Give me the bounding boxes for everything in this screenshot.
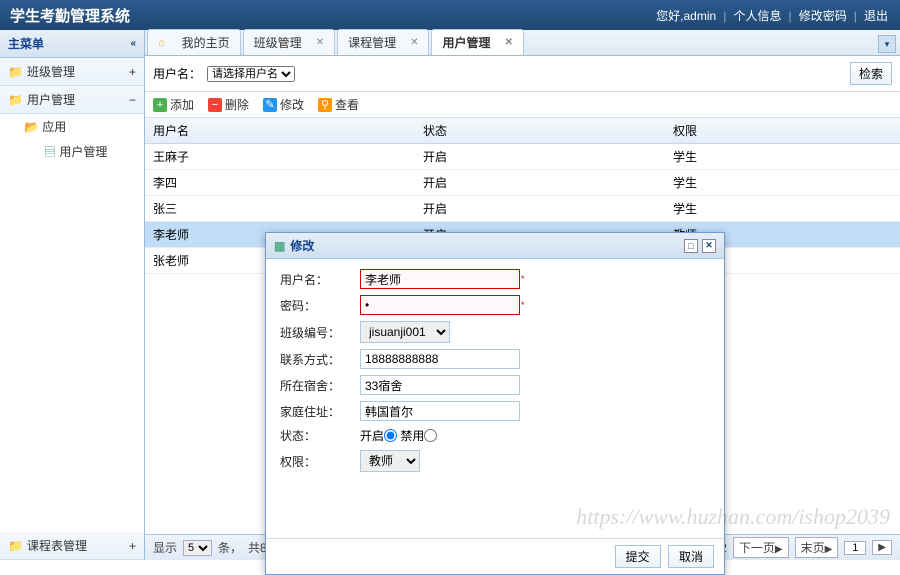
add-icon: +: [153, 98, 167, 112]
sidebar-item-user[interactable]: 📁用户管理 −: [0, 86, 144, 114]
edit-button[interactable]: ✎修改: [263, 96, 304, 113]
table-header: 用户名 状态 权限: [145, 118, 900, 144]
filter-bar: 用户名： 请选择用户名 检索: [145, 56, 900, 92]
delete-icon: −: [208, 98, 222, 112]
cancel-button[interactable]: 取消: [668, 545, 714, 568]
tab-class[interactable]: 班级管理✕: [243, 29, 335, 55]
close-icon[interactable]: ✕: [702, 239, 716, 253]
next-page-button[interactable]: 下一页▶: [733, 537, 789, 558]
app-header: 学生考勤管理系统 您好,admin | 个人信息 | 修改密码 | 退出: [0, 0, 900, 30]
home-icon: ⌂: [158, 37, 165, 49]
table-row[interactable]: 李四开启学生: [145, 170, 900, 196]
view-button[interactable]: ⚲查看: [318, 96, 359, 113]
edit-icon: ✎: [263, 98, 277, 112]
goto-page-input[interactable]: [844, 541, 866, 555]
profile-link[interactable]: 个人信息: [733, 9, 781, 23]
th-role: 权限: [665, 118, 900, 143]
tab-menu-icon[interactable]: ▾: [878, 35, 896, 53]
add-button[interactable]: +添加: [153, 96, 194, 113]
th-status: 状态: [415, 118, 665, 143]
page-icon: ▤: [44, 145, 56, 159]
dorm-input[interactable]: [360, 375, 520, 395]
dialog-footer: 提交 取消: [266, 538, 724, 574]
th-user: 用户名: [145, 118, 415, 143]
address-input[interactable]: [360, 401, 520, 421]
sidebar-item-schedule[interactable]: 📁课程表管理 +: [0, 532, 144, 560]
edit-dialog: ▦ 修改 □ ✕ 用户名：* 密码：* 班级编号：jisuanji001 联系方…: [265, 232, 725, 575]
delete-button[interactable]: −删除: [208, 96, 249, 113]
maximize-icon[interactable]: □: [684, 239, 698, 253]
collapse-icon[interactable]: «: [130, 38, 136, 49]
grid-icon: ▦: [274, 239, 285, 253]
sidebar-sub-user[interactable]: ▤ 用户管理: [0, 139, 144, 164]
table-row[interactable]: 张三开启学生: [145, 196, 900, 222]
folder-open-icon: 📂: [24, 120, 39, 134]
sidebar-item-class[interactable]: 📁班级管理 +: [0, 58, 144, 86]
expand-icon[interactable]: +: [129, 65, 136, 79]
dialog-titlebar[interactable]: ▦ 修改 □ ✕: [266, 233, 724, 259]
sidebar-title: 主菜单 «: [0, 30, 144, 58]
sidebar: 主菜单 « 📁班级管理 + 📁用户管理 − 📂 应用 ▤ 用户管理 📁课程表管理…: [0, 30, 145, 560]
username-input[interactable]: [360, 269, 520, 289]
tab-home[interactable]: ⌂我的主页: [147, 29, 241, 55]
username-select[interactable]: 请选择用户名: [207, 66, 295, 82]
close-icon[interactable]: ✕: [505, 37, 513, 48]
tab-bar: ⌂我的主页 班级管理✕ 课程管理✕ 用户管理✕ ▾: [145, 30, 900, 56]
view-icon: ⚲: [318, 98, 332, 112]
toolbar: +添加 −删除 ✎修改 ⚲查看: [145, 92, 900, 118]
filter-label: 用户名：: [153, 65, 201, 82]
close-icon[interactable]: ✕: [316, 37, 324, 48]
status-on-radio[interactable]: [384, 429, 397, 442]
header-user-links: 您好,admin | 个人信息 | 修改密码 | 退出: [654, 7, 890, 24]
last-page-button[interactable]: 末页▶: [795, 537, 839, 558]
contact-input[interactable]: [360, 349, 520, 369]
search-button[interactable]: 检索: [850, 62, 892, 85]
app-title: 学生考勤管理系统: [10, 5, 130, 26]
close-icon[interactable]: ✕: [410, 37, 418, 48]
submit-button[interactable]: 提交: [615, 545, 661, 568]
logout-link[interactable]: 退出: [864, 9, 888, 23]
expand-icon[interactable]: +: [129, 539, 136, 553]
role-select[interactable]: 教师: [360, 450, 420, 472]
classno-select[interactable]: jisuanji001: [360, 321, 450, 343]
folder-icon: 📁: [8, 539, 23, 553]
sidebar-sub-app[interactable]: 📂 应用: [0, 114, 144, 139]
status-off-radio[interactable]: [424, 429, 437, 442]
goto-button[interactable]: ▶: [872, 540, 892, 555]
pagesize-select[interactable]: 5: [183, 540, 212, 556]
folder-icon: 📁: [8, 93, 23, 107]
table-row[interactable]: 王麻子开启学生: [145, 144, 900, 170]
password-input[interactable]: [360, 295, 520, 315]
tab-user[interactable]: 用户管理✕: [431, 29, 523, 55]
folder-icon: 📁: [8, 65, 23, 79]
collapse-icon[interactable]: −: [129, 93, 136, 107]
greeting-text: 您好,admin: [656, 9, 716, 23]
dialog-body: 用户名：* 密码：* 班级编号：jisuanji001 联系方式： 所在宿舍： …: [266, 259, 724, 538]
changepw-link[interactable]: 修改密码: [799, 9, 847, 23]
tab-course[interactable]: 课程管理✕: [337, 29, 429, 55]
